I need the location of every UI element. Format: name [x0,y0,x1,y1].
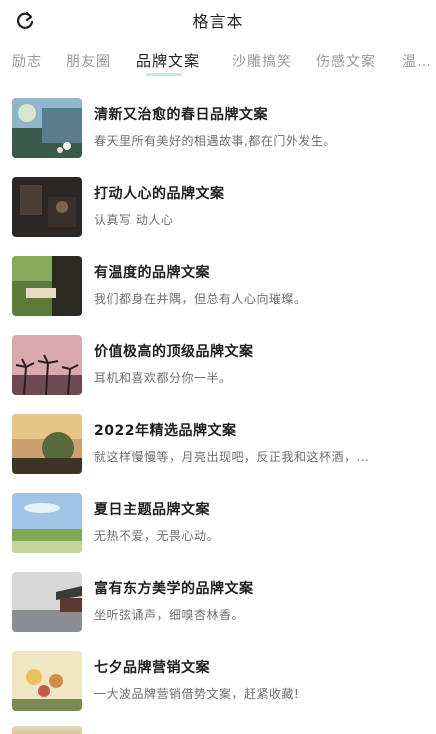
thumbnail-pavilion [12,572,82,632]
list-item[interactable]: 价值极高的顶级品牌文案 耳机和喜欢都分你一半。 [0,323,436,401]
item-subtitle: 无热不爱，无畏心动。 [94,529,220,543]
list-item[interactable]: 夏日主题品牌文案 无热不爱，无畏心动。 [0,481,436,559]
tab-inspirational[interactable]: 励志 [12,51,42,71]
item-subtitle: 春天里所有美好的相遇故事,都在门外发生。 [94,134,336,148]
thumbnail-flowers [12,651,82,711]
list-item[interactable]: 富有东方美学的品牌文案 坐听弦诵声，细嗅杏林香。 [0,560,436,638]
item-title: 清新又治愈的春日品牌文案 [94,107,268,123]
item-title: 2022年精选品牌文案 [94,423,237,439]
category-tabs: 励志 朋友圈 品牌文案 沙雕搞笑 伤感文案 温… [0,44,436,78]
page-title: 格言本 [192,12,244,31]
tab-warm[interactable]: 温… [402,51,432,71]
item-title: 夏日主题品牌文案 [94,502,210,518]
item-subtitle: 耳机和喜欢都分你一半。 [94,371,232,385]
item-subtitle: 一大波品牌营销借势文案，赶紧收藏! [94,687,300,701]
tab-brand-copy[interactable]: 品牌文案 [136,50,200,71]
tab-funny[interactable]: 沙雕搞笑 [232,51,292,71]
item-title: 七夕品牌营销文案 [94,660,210,676]
thumbnail-spring [12,98,82,158]
app-header: 格言本 [0,0,436,38]
item-subtitle: 坐听弦诵声，细嗅杏林香。 [94,608,245,622]
list-item[interactable]: 打动人心的品牌文案 认真写 动人心 [0,165,436,243]
item-subtitle: 认真写 动人心 [94,213,174,227]
item-subtitle: 我们都身在井隅，但总有人心向璀璨。 [94,292,307,306]
item-title: 富有东方美学的品牌文案 [94,581,254,597]
thumbnail-summer-field [12,493,82,553]
item-title: 有温度的品牌文案 [94,265,210,281]
partial-next-thumbnail [12,726,82,734]
item-title: 价值极高的顶级品牌文案 [94,344,254,360]
tab-moments[interactable]: 朋友圈 [66,51,111,71]
thumbnail-warm-book [12,256,82,316]
tab-sad-copy[interactable]: 伤感文案 [316,51,376,71]
item-subtitle: 就这样慢慢等，月亮出现吧，反正我和这杯酒，... [94,450,370,464]
item-title: 打动人心的品牌文案 [94,186,225,202]
thumbnail-palm-sunset [12,335,82,395]
active-tab-indicator [146,73,182,76]
list-item[interactable]: 七夕品牌营销文案 一大波品牌营销借势文案，赶紧收藏! [0,639,436,717]
thumbnail-sunset-plant [12,414,82,474]
thumbnail-dark-room [12,177,82,237]
list-item[interactable]: 清新又治愈的春日品牌文案 春天里所有美好的相遇故事,都在门外发生。 [0,86,436,164]
list-item[interactable]: 2022年精选品牌文案 就这样慢慢等，月亮出现吧，反正我和这杯酒，... [0,402,436,480]
list-item[interactable]: 有温度的品牌文案 我们都身在井隅，但总有人心向璀璨。 [0,244,436,322]
